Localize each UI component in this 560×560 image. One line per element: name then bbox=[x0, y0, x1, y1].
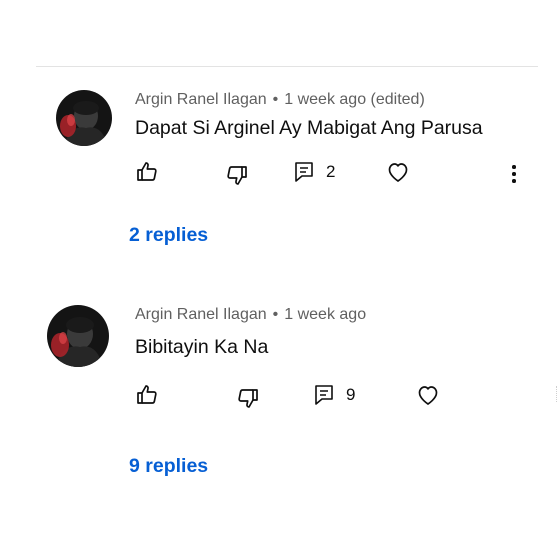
top-divider bbox=[36, 66, 538, 67]
comment-icon bbox=[295, 162, 313, 182]
comment-time[interactable]: 1 week ago (edited) bbox=[284, 91, 425, 108]
comment-time[interactable]: 1 week ago bbox=[284, 306, 366, 323]
avatar[interactable] bbox=[56, 90, 112, 146]
meta-separator: • bbox=[272, 306, 279, 323]
comment-icon bbox=[315, 385, 333, 405]
scroll-edge-indicator bbox=[556, 386, 560, 402]
reply-count: 2 bbox=[326, 162, 336, 181]
heart-button[interactable] bbox=[416, 383, 440, 407]
more-vert-icon-dot bbox=[512, 172, 516, 176]
author-name[interactable]: Argin Ranel Ilagan bbox=[135, 306, 267, 323]
comment-text: Bibitayin Ka Na bbox=[135, 336, 269, 358]
meta-separator: • bbox=[272, 91, 279, 108]
like-button[interactable] bbox=[135, 160, 159, 184]
thumbs-down-icon bbox=[227, 166, 247, 185]
more-vert-icon bbox=[512, 165, 516, 169]
avatar[interactable] bbox=[47, 305, 109, 367]
heart-icon bbox=[418, 386, 438, 405]
thumbs-up-icon bbox=[137, 162, 157, 181]
comment-text: Dapat Si Arginel Ay Mabigat Ang Parusa bbox=[135, 117, 483, 139]
thumbs-up-icon bbox=[137, 385, 157, 404]
more-vert-icon-dot bbox=[512, 179, 516, 183]
comment-meta: Argin Ranel Ilagan • 1 week ago bbox=[135, 306, 366, 324]
thumbs-down-icon bbox=[238, 389, 258, 408]
dislike-button[interactable] bbox=[225, 163, 249, 187]
heart-button[interactable] bbox=[386, 160, 410, 184]
author-name[interactable]: Argin Ranel Ilagan bbox=[135, 91, 267, 108]
heart-icon bbox=[388, 163, 408, 182]
reply-count: 9 bbox=[346, 385, 356, 404]
like-button[interactable] bbox=[135, 383, 159, 407]
dislike-button[interactable] bbox=[236, 386, 260, 410]
view-replies-link[interactable]: 9 replies bbox=[129, 455, 208, 478]
comment-meta: Argin Ranel Ilagan • 1 week ago (edited) bbox=[135, 91, 425, 109]
view-replies-link[interactable]: 2 replies bbox=[129, 224, 208, 247]
reply-count-button[interactable]: 9 bbox=[314, 384, 355, 406]
more-options-button[interactable] bbox=[511, 165, 517, 186]
reply-count-button[interactable]: 2 bbox=[294, 161, 335, 183]
